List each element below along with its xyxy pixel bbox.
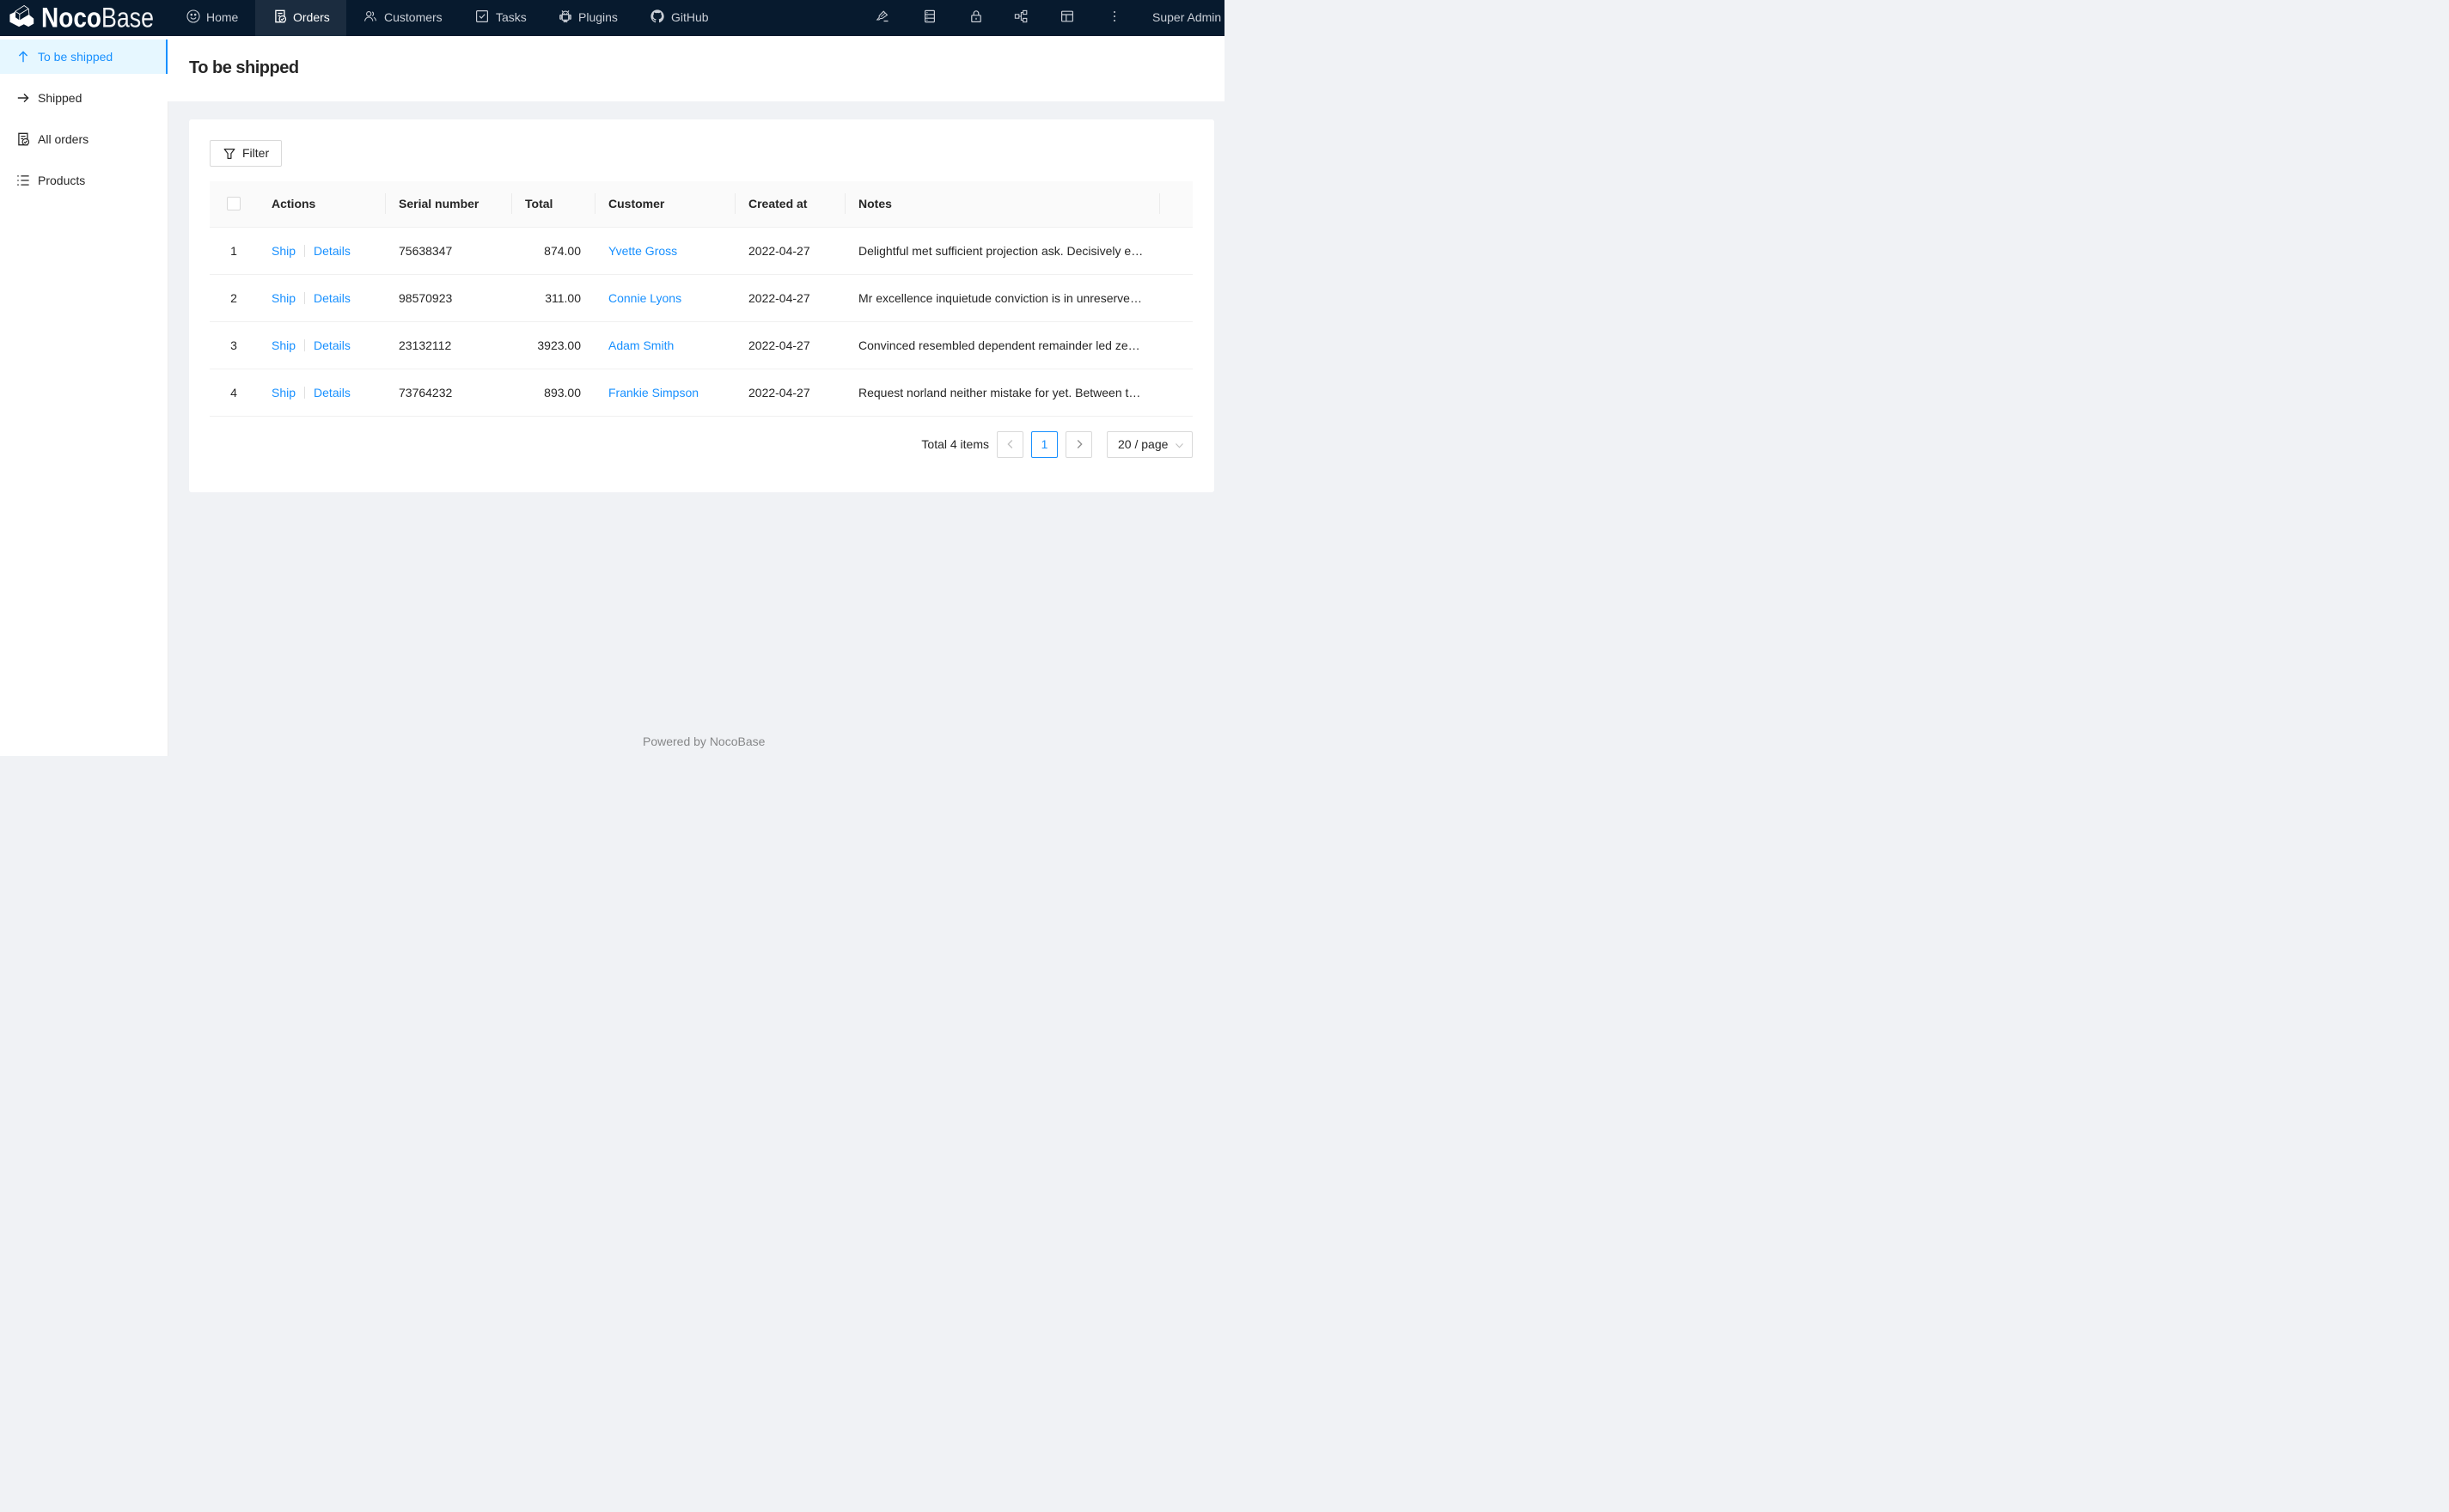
svg-text:Noco: Noco xyxy=(41,3,101,34)
svg-text:Base: Base xyxy=(101,3,154,34)
